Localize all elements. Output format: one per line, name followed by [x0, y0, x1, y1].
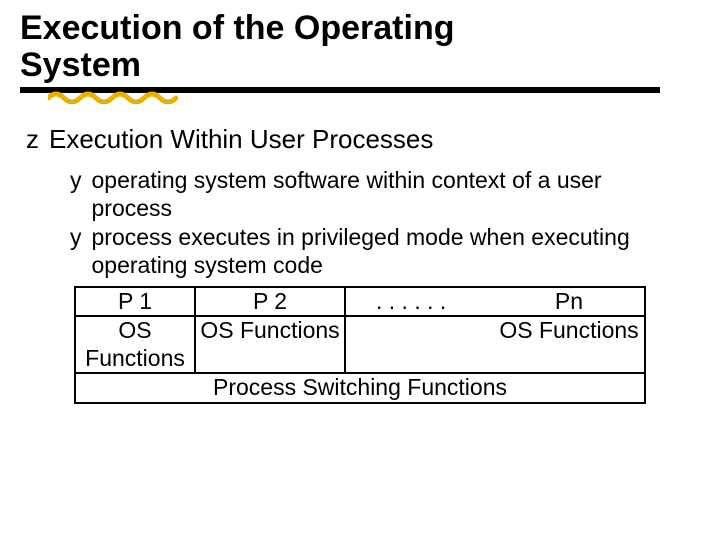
cell-switching: Process Switching Functions: [213, 374, 507, 400]
slide-title: Execution of the Operating System: [20, 10, 700, 85]
lvl2-text: operating system software within context…: [92, 167, 652, 222]
cell-pn: Pn: [494, 288, 644, 316]
lvl2-text: process executes in privileged mode when…: [92, 224, 652, 279]
table-row: Process Switching Functions: [76, 374, 644, 402]
title-line-2: System: [20, 46, 141, 84]
lvl1-text: Execution Within User Processes: [49, 123, 433, 156]
list-item: y operating system software within conte…: [70, 167, 700, 222]
slide: Execution of the Operating System z Exec…: [0, 0, 720, 540]
process-diagram: P 1 P 2 . . . . . . Pn OS Functions OS F…: [74, 286, 646, 404]
table-row: OS Functions OS Functions OS Functions: [76, 317, 644, 374]
cell-os1: OS Functions: [76, 317, 196, 372]
cell-p2: P 2: [196, 288, 346, 316]
bullet-z-icon: z: [26, 123, 39, 156]
bullet-y-icon: y: [70, 167, 82, 195]
wave-icon: [48, 90, 178, 104]
title-underline: [20, 87, 660, 101]
list-item: z Execution Within User Processes: [26, 123, 700, 156]
bullet-list: z Execution Within User Processes y oper…: [20, 123, 700, 280]
lvl2-list: y operating system software within conte…: [26, 167, 700, 279]
bullet-y-icon: y: [70, 224, 82, 252]
cell-osn: OS Functions: [494, 317, 644, 372]
cell-empty: [346, 317, 494, 372]
table-row: P 1 P 2 . . . . . . Pn: [76, 288, 644, 318]
cell-os2: OS Functions: [196, 317, 346, 372]
title-line-1: Execution of the Operating: [20, 9, 454, 47]
cell-dots: . . . . . .: [346, 288, 494, 316]
list-item: y process executes in privileged mode wh…: [70, 224, 700, 279]
cell-p1: P 1: [76, 288, 196, 316]
